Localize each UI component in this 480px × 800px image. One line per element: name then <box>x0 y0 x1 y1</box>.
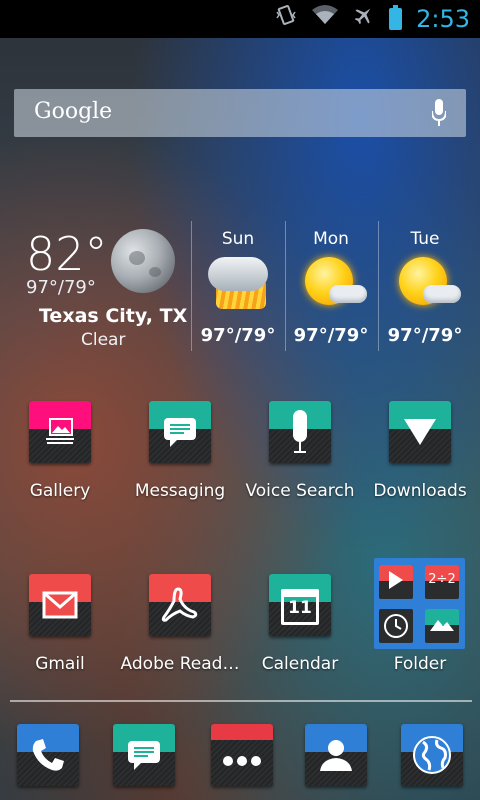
app-voice-search[interactable]: Voice Search <box>240 401 360 521</box>
thunderstorm-icon <box>206 253 274 313</box>
dock-divider <box>10 700 472 702</box>
forecast-day: Sun 97°/79° <box>192 215 284 355</box>
weather-city: Texas City, TX <box>39 305 188 327</box>
partly-cloudy-icon <box>393 253 461 313</box>
google-logo: Google <box>34 99 113 124</box>
forecast-day-name: Mon <box>313 229 349 249</box>
folder-icon[interactable]: 2÷2 <box>374 558 465 649</box>
partly-cloudy-icon <box>299 253 367 313</box>
forecast-day-name: Sun <box>221 229 255 249</box>
clock-icon <box>379 609 413 643</box>
microphone-icon[interactable] <box>432 99 446 127</box>
gallery-icon <box>29 401 91 463</box>
weather-widget[interactable]: 82° 97°/79° Texas City, TX Clear Sun 97°… <box>0 215 480 355</box>
app-drawer-dots-icon[interactable] <box>211 724 273 786</box>
app-adobe-reader[interactable]: Adobe Read… <box>120 574 240 694</box>
moon-icon <box>111 229 175 293</box>
forecast-hi-lo: 97°/79° <box>293 325 369 346</box>
calculator-icon: 2÷2 <box>425 565 459 599</box>
airplane-icon <box>353 0 375 38</box>
app-label: Folder <box>393 654 447 674</box>
acrobat-icon <box>149 574 211 636</box>
vibrate-icon <box>275 0 297 38</box>
app-label: Adobe Read… <box>120 654 240 674</box>
app-label: Messaging <box>134 481 226 501</box>
app-label: Calendar <box>261 654 339 674</box>
forecast-hi-lo: 97°/79° <box>387 325 463 346</box>
status-clock: 2:53 <box>416 5 470 33</box>
app-label: Voice Search <box>245 481 355 501</box>
forecast-hi-lo: 97°/79° <box>200 325 276 346</box>
google-search-bar[interactable]: Google <box>14 89 466 137</box>
current-hi-lo: 97°/79° <box>26 277 96 298</box>
app-gmail[interactable]: Gmail <box>0 574 120 694</box>
wifi-icon <box>311 0 339 38</box>
app-downloads[interactable]: Downloads <box>360 401 480 521</box>
app-gallery[interactable]: Gallery <box>0 401 120 521</box>
status-bar: 2:53 <box>0 0 480 38</box>
forecast-day: Tue 97°/79° <box>379 215 471 355</box>
globe-icon[interactable] <box>401 724 463 786</box>
phone-handset-icon[interactable] <box>17 724 79 786</box>
microphone-icon <box>269 401 331 463</box>
app-messaging[interactable]: Messaging <box>120 401 240 521</box>
calculator-text: 2÷2 <box>428 572 456 587</box>
message-bubble-icon <box>149 401 211 463</box>
envelope-icon <box>29 574 91 636</box>
app-label: Downloads <box>373 481 467 501</box>
calendar-date: 11 <box>288 598 312 618</box>
play-store-icon <box>379 565 413 599</box>
calendar-icon: 11 <box>269 574 331 636</box>
forecast-day-name: Tue <box>410 229 440 249</box>
message-bubble-icon[interactable] <box>113 724 175 786</box>
download-arrow-icon <box>389 401 451 463</box>
contact-person-icon[interactable] <box>305 724 367 786</box>
forecast-day: Mon 97°/79° <box>285 215 377 355</box>
app-calendar[interactable]: 11 Calendar <box>240 574 360 694</box>
weather-condition: Clear <box>81 330 126 350</box>
current-temperature: 82° <box>26 227 108 281</box>
photo-editor-icon <box>425 609 459 643</box>
battery-icon <box>389 5 403 30</box>
